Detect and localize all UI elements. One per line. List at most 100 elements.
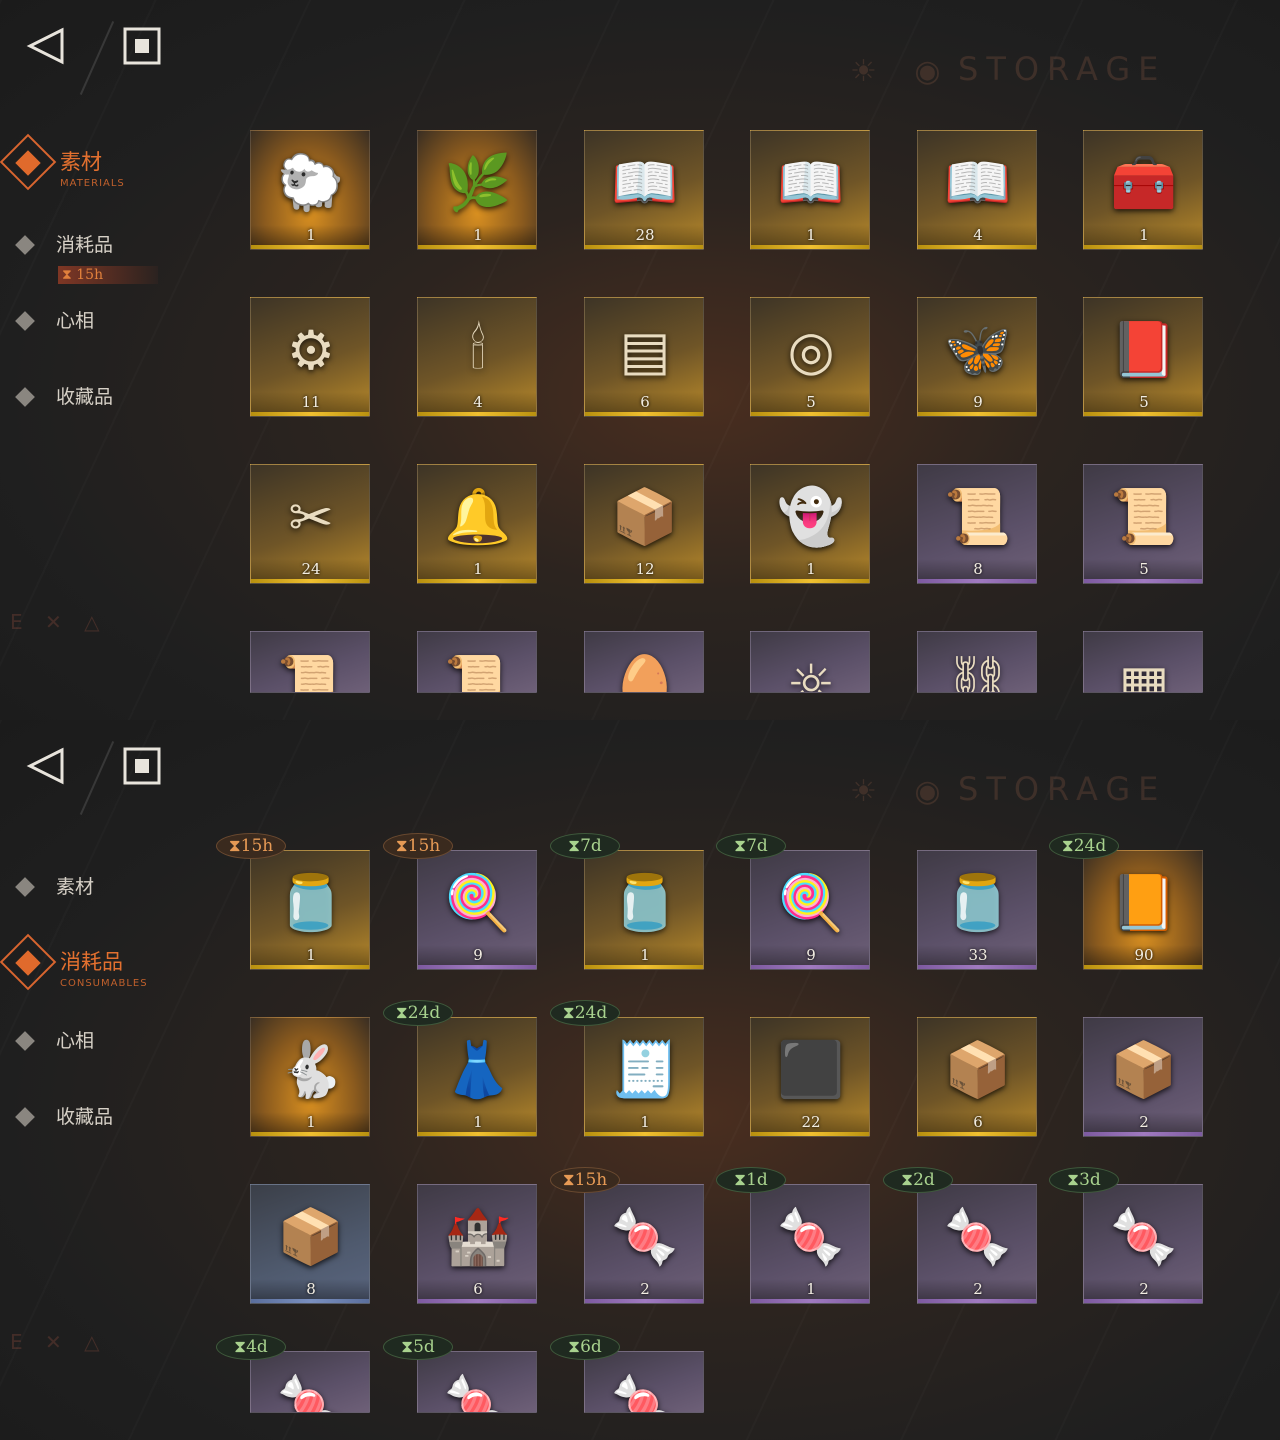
open-book-red-icon: 📖	[611, 151, 679, 214]
item-slot[interactable]: 📕 5	[1083, 297, 1203, 417]
item-quantity: 1	[751, 1279, 869, 1299]
rarity-bar	[251, 245, 369, 249]
item-slot[interactable]: ◎ 5	[750, 297, 870, 417]
item-slot[interactable]: 🍬 2	[1083, 1184, 1203, 1304]
item-slot[interactable]: 🍭 9	[417, 850, 537, 970]
shopping-list-icon: 🧾	[611, 1038, 679, 1101]
item-slot[interactable]: ⚙ 11	[250, 297, 370, 417]
rarity-bar	[918, 965, 1036, 969]
item-quantity: 24	[251, 559, 369, 579]
lollipops-icon: 🍭	[777, 871, 845, 934]
rarity-bar	[585, 965, 703, 969]
item-quantity: 5	[1084, 559, 1202, 579]
item-quantity: 5	[1084, 392, 1202, 412]
item-slot[interactable]: 📜	[250, 631, 370, 693]
item-slot[interactable]: 👻 1	[750, 464, 870, 584]
item-slot[interactable]: 🦋 9	[917, 297, 1037, 417]
firefly-icon: 🦋	[944, 318, 1012, 381]
item-slot[interactable]: 🌿 1	[417, 130, 537, 250]
chain-icon: ⛓	[943, 652, 1013, 693]
candies-icon: 🍬	[1110, 1205, 1178, 1268]
item-slot[interactable]: 🧰 1	[1083, 130, 1203, 250]
pocket-watch-icon: ◎	[787, 318, 835, 382]
item-slot[interactable]: 👗 1	[417, 1017, 537, 1137]
storage-panel-materials: ☀ ◉ STORAGE 素材 MATERIALS 消耗品 ⧗ 15h 心相 收藏品 …	[0, 0, 1280, 720]
expiry-timer-badge: ⧗24d	[550, 1000, 620, 1026]
item-slot[interactable]: ▤ 6	[584, 297, 704, 417]
rarity-bar	[251, 965, 369, 969]
rarity-bar	[751, 965, 869, 969]
item-slot[interactable]: 🫙 1	[250, 850, 370, 970]
item-slot[interactable]: 📖 28	[584, 130, 704, 250]
item-slot[interactable]: 🧾 1	[584, 1017, 704, 1137]
rarity-bar	[418, 245, 536, 249]
candies-icon: 🍬	[611, 1205, 679, 1268]
item-slot[interactable]: 🍬	[417, 1351, 537, 1413]
expiry-timer-badge: ⧗4d	[216, 1334, 286, 1360]
lollipops-icon: 🍭	[444, 871, 512, 934]
item-slot[interactable]: 📖 1	[750, 130, 870, 250]
item-quantity: 2	[1084, 1112, 1202, 1132]
rarity-bar	[918, 245, 1036, 249]
heart-egg-icon: 🥚	[611, 652, 679, 693]
item-quantity: 1	[418, 559, 536, 579]
item-grid: 🫙 1 ⧗15h 🍭 9 ⧗15h 🫙 1 ⧗7d 🍭 9 ⧗7d 🫙 33 📙 90 ⧗24d 🐇 1 👗 1 ⧗24d…	[0, 720, 1280, 1440]
item-slot[interactable]: 🍬 2	[917, 1184, 1037, 1304]
rarity-bar	[751, 245, 869, 249]
rarity-bar	[418, 1299, 536, 1303]
item-quantity: 4	[918, 225, 1036, 245]
item-quantity: 1	[585, 1112, 703, 1132]
expiry-timer-badge: ⧗24d	[383, 1000, 453, 1026]
item-slot[interactable]: 🫙 1	[584, 850, 704, 970]
dark-tome-icon: 📕	[1110, 318, 1178, 381]
item-slot[interactable]: 🍬 2	[584, 1184, 704, 1304]
item-slot[interactable]: 🐑 1	[250, 130, 370, 250]
item-slot[interactable]: 📦 12	[584, 464, 704, 584]
crossed-bullets-icon: ✂	[288, 485, 334, 549]
rarity-bar	[918, 1299, 1036, 1303]
item-quantity: 28	[585, 225, 703, 245]
amulet-icon: ☼	[786, 652, 836, 693]
storage-panel-consumables: ☀ ◉ STORAGE 素材 消耗品 CONSUMABLES 心相 收藏品 E ✕ …	[0, 720, 1280, 1440]
item-slot[interactable]: 🔔 1	[417, 464, 537, 584]
item-slot[interactable]: 🍭 9	[750, 850, 870, 970]
item-slot[interactable]: 🕯 4	[417, 297, 537, 417]
item-slot[interactable]: ⛓	[917, 631, 1037, 693]
box-of-hands-icon: 📦	[611, 485, 679, 548]
ghost-icon: 👻	[777, 485, 845, 548]
item-slot[interactable]: 📦 6	[917, 1017, 1037, 1137]
item-slot[interactable]: 📜 8	[917, 464, 1037, 584]
item-quantity: 1	[418, 1112, 536, 1132]
item-slot[interactable]: 🍬	[250, 1351, 370, 1413]
item-slot[interactable]: 📦 8	[250, 1184, 370, 1304]
item-slot[interactable]: 🥚	[584, 631, 704, 693]
rabbit-box-icon: 🐇	[277, 1038, 345, 1101]
item-slot[interactable]: ☼	[750, 631, 870, 693]
item-slot[interactable]: 📜	[417, 631, 537, 693]
rarity-bar	[751, 1299, 869, 1303]
item-slot[interactable]: 📜 5	[1083, 464, 1203, 584]
item-quantity: 4	[418, 392, 536, 412]
item-slot[interactable]: 🏰 6	[417, 1184, 537, 1304]
item-slot[interactable]: 🫙 33	[917, 850, 1037, 970]
item-slot[interactable]: 🍬	[584, 1351, 704, 1413]
item-slot[interactable]: 📦 2	[1083, 1017, 1203, 1137]
open-book-blue-icon: 📖	[944, 151, 1012, 214]
expiry-timer-badge: ⧗15h	[216, 833, 286, 859]
item-slot[interactable]: 🍬 1	[750, 1184, 870, 1304]
candies-icon: 🍬	[277, 1372, 345, 1413]
open-book-green-icon: 📖	[777, 151, 845, 214]
item-slot[interactable]: ▦	[1083, 631, 1203, 693]
item-slot[interactable]: ✂ 24	[250, 464, 370, 584]
rarity-bar	[918, 579, 1036, 583]
item-slot[interactable]: 🐇 1	[250, 1017, 370, 1137]
rarity-bar	[418, 1132, 536, 1136]
rarity-bar	[1084, 1299, 1202, 1303]
overgrown-chest-icon: 🧰	[1110, 151, 1178, 214]
item-slot[interactable]: 📙 90	[1083, 850, 1203, 970]
scroll-green-icon: 📜	[1110, 485, 1178, 548]
item-slot[interactable]: ⬛ 22	[750, 1017, 870, 1137]
item-quantity: 6	[418, 1279, 536, 1299]
item-quantity: 2	[1084, 1279, 1202, 1299]
item-slot[interactable]: 📖 4	[917, 130, 1037, 250]
